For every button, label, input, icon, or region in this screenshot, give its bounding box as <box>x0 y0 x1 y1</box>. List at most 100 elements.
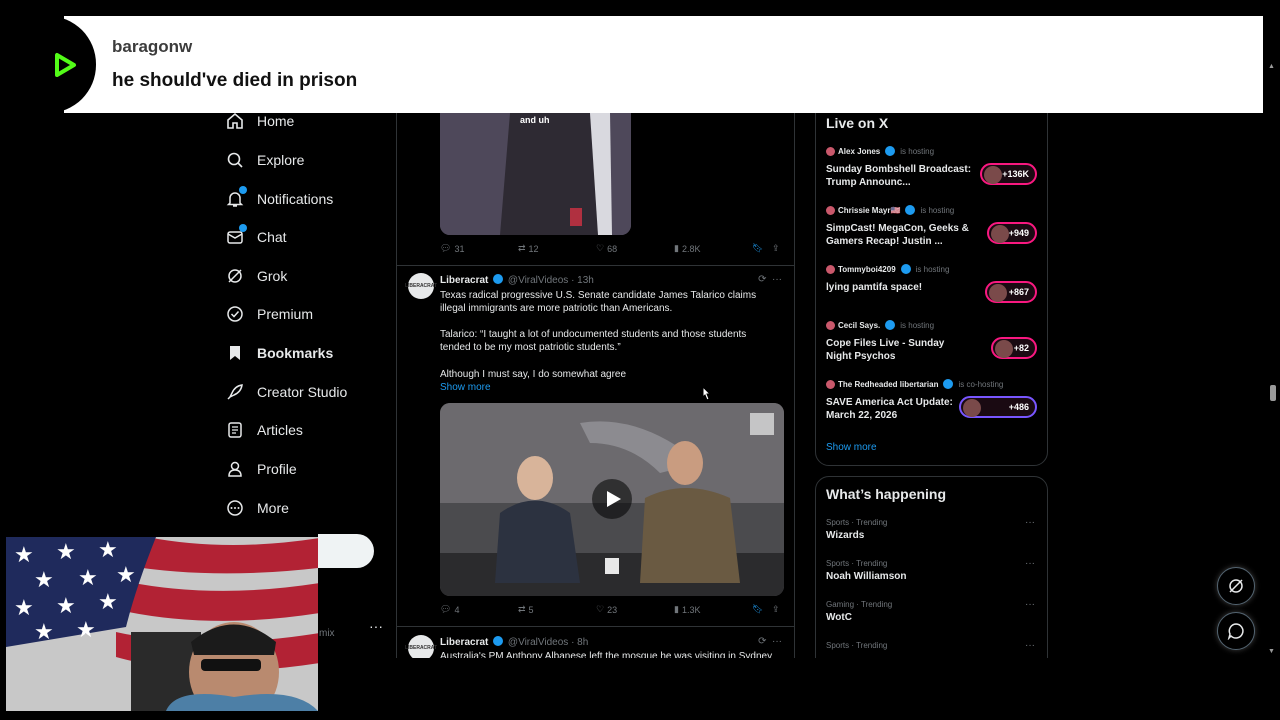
like-button[interactable]: ♡ 23 <box>596 604 617 615</box>
post-divider <box>397 626 794 627</box>
trend-name[interactable]: Noah Williamson <box>826 571 906 582</box>
scroll-down-arrow[interactable]: ▼ <box>1268 648 1275 655</box>
reply-icon: 💬︎ <box>440 604 452 614</box>
trend-name[interactable]: WotC <box>826 612 852 623</box>
repost-button[interactable]: ⇄ 5 <box>518 604 534 615</box>
post-video[interactable] <box>440 403 784 596</box>
account-more-button[interactable]: ··· <box>369 618 383 634</box>
svg-text:★: ★ <box>78 566 98 591</box>
bookmark-button[interactable]: 🔖︎ <box>752 243 763 254</box>
post-button[interactable] <box>318 534 374 568</box>
scrollbar-track[interactable] <box>1267 62 1277 658</box>
listener-avatar <box>991 225 1009 243</box>
live-show-more-link[interactable]: Show more <box>826 442 877 453</box>
show-more-link[interactable]: Show more <box>440 382 491 393</box>
repost-button[interactable]: ⇄ 12 <box>518 243 539 254</box>
trend-more-button[interactable]: ··· <box>1025 517 1035 528</box>
space-title[interactable]: SAVE America Act Update: March 22, 2026 <box>826 396 972 422</box>
space-listeners[interactable]: +82 <box>991 337 1037 359</box>
share-icon: ⇪ <box>772 604 780 614</box>
sidebar-item-label: Notifications <box>257 191 334 207</box>
post-more-icon[interactable]: ⟳ ··· <box>758 636 782 647</box>
share-button[interactable]: ⇪ <box>772 604 780 615</box>
sidebar-item-explore[interactable]: Explore <box>225 145 304 175</box>
sidebar-item-more[interactable]: More <box>225 493 289 523</box>
messages-float-button[interactable] <box>1217 612 1255 650</box>
space-title[interactable]: SimpCast! MegaCon, Geeks & Gamers Recap!… <box>826 222 972 248</box>
avatar[interactable]: LIBERACRAT <box>405 273 437 299</box>
space-listeners[interactable]: +486 <box>959 396 1037 418</box>
main-feed: and uh 💬︎ 31 ⇄ 12 ♡ 68 ▮ 2.8K 🔖︎ ⇪ LIBERACRA… <box>396 113 795 658</box>
trend-more-button[interactable]: ··· <box>1025 599 1035 610</box>
space-host[interactable]: Alex Jones is hosting <box>826 146 934 156</box>
sidebar-item-premium[interactable]: Premium <box>225 299 313 329</box>
sidebar-item-label: Explore <box>257 152 305 168</box>
post-video[interactable]: and uh <box>440 113 631 235</box>
like-button[interactable]: ♡ 68 <box>596 243 617 254</box>
trend-more-button[interactable]: ··· <box>1025 640 1035 651</box>
space-listeners[interactable]: +136K <box>980 163 1037 185</box>
avatar[interactable]: LIBERACRAT <box>405 635 437 658</box>
space-title[interactable]: lying pamtifa space! <box>826 281 972 294</box>
share-button[interactable]: ⇪ <box>772 243 780 254</box>
sidebar-item-label: Profile <box>257 461 297 477</box>
sidebar-item-grok[interactable]: Grok <box>225 261 287 291</box>
post-handle-time[interactable]: @ViralVideos · 8h <box>508 637 588 648</box>
listener-avatar <box>989 284 1007 302</box>
play-button[interactable] <box>592 479 632 519</box>
reply-button[interactable]: 💬︎ 4 <box>440 604 459 615</box>
sidebar-item-label: Creator Studio <box>257 384 348 400</box>
sidebar-item-chat[interactable]: Chat <box>225 222 287 252</box>
sidebar-item-bookmarks[interactable]: Bookmarks <box>225 338 333 368</box>
space-host[interactable]: Tommyboi4209 is hosting <box>826 264 949 274</box>
chart-icon: ▮ <box>674 604 679 614</box>
sidebar-item-articles[interactable]: Articles <box>225 415 303 445</box>
sidebar-item-label: Bookmarks <box>257 345 334 361</box>
views-button[interactable]: ▮ 1.3K <box>674 604 700 615</box>
host-avatar <box>826 320 835 330</box>
trend-name[interactable]: Wizards <box>826 530 864 541</box>
space-host[interactable]: The Redheaded libertarian is co-hosting <box>826 379 1003 389</box>
post-author-name[interactable]: Liberacrat <box>440 275 488 286</box>
sidebar-item-label: Chat <box>257 229 287 245</box>
bookmark-icon <box>225 343 245 363</box>
post-author-name[interactable]: Liberacrat <box>440 637 488 648</box>
sidebar-item-label: Premium <box>257 306 314 322</box>
chat-overlay-banner <box>64 16 1263 113</box>
space-host[interactable]: Cecil Says. is hosting <box>826 320 934 330</box>
bookmark-button[interactable]: 🔖︎ <box>752 604 763 615</box>
sidebar-item-notifications[interactable]: Notifications <box>225 184 333 214</box>
heart-icon: ♡ <box>596 604 605 614</box>
space-title[interactable]: Sunday Bombshell Broadcast: Trump Announ… <box>826 163 972 189</box>
host-avatar <box>826 146 835 156</box>
space-host[interactable]: Chrissie Mayr🇺🇸 is hosting <box>826 205 954 215</box>
listener-count: +136K <box>1002 169 1029 179</box>
space-title[interactable]: Cope Files Live - Sunday Night Psychos <box>826 337 972 363</box>
host-role: is hosting <box>900 320 935 330</box>
account-handle: mix <box>319 628 335 639</box>
sidebar-item-profile[interactable]: Profile <box>225 454 297 484</box>
post-more-icon[interactable]: ⟳ ··· <box>758 274 782 285</box>
space-listeners[interactable]: +949 <box>987 222 1037 244</box>
host-avatar <box>826 379 835 389</box>
more-circle-icon <box>225 498 245 518</box>
views-button[interactable]: ▮ 2.8K <box>674 243 700 254</box>
grok-float-button[interactable] <box>1217 567 1255 605</box>
host-role: is co-hosting <box>958 379 1004 389</box>
verified-icon <box>493 274 504 284</box>
svg-text:★: ★ <box>14 596 34 621</box>
verified-icon <box>900 264 911 274</box>
post-handle-time[interactable]: @ViralVideos · 13h <box>508 275 594 286</box>
scroll-up-arrow[interactable]: ▲ <box>1268 63 1275 70</box>
space-listeners[interactable]: +867 <box>985 281 1037 303</box>
reply-icon: 💬︎ <box>440 243 452 253</box>
host-name: The Redheaded libertarian <box>838 379 939 389</box>
reply-button[interactable]: 💬︎ 31 <box>440 243 464 254</box>
verified-icon <box>905 205 916 215</box>
trend-more-button[interactable]: ··· <box>1025 558 1035 569</box>
scrollbar-thumb[interactable] <box>1270 385 1276 401</box>
article-icon <box>225 420 245 440</box>
live-title: Live on X <box>826 115 889 131</box>
sidebar-item-creator-studio[interactable]: Creator Studio <box>225 377 347 407</box>
svg-text:★: ★ <box>34 620 54 645</box>
